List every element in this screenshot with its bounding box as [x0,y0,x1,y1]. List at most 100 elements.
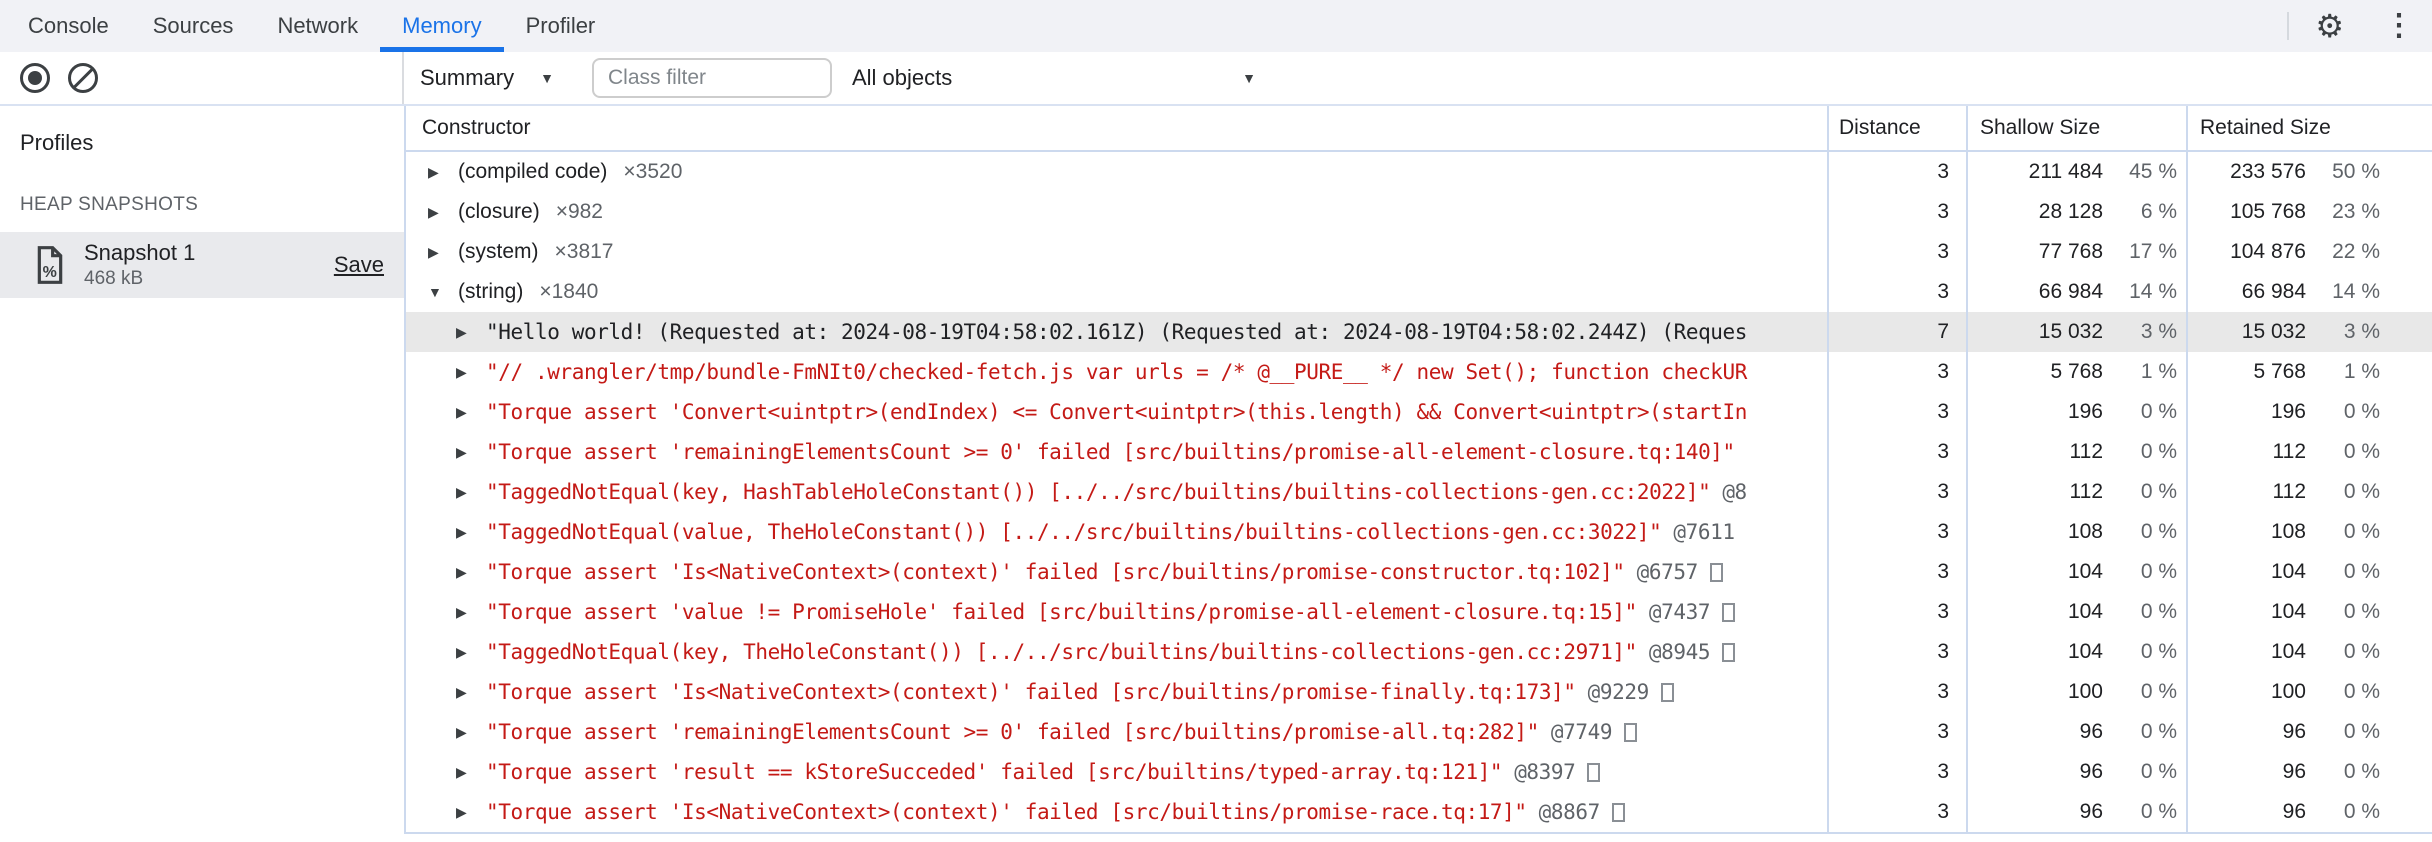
object-box-icon [1611,802,1625,822]
tab-sources[interactable]: Sources [131,0,256,52]
retained-size-percent: 23 % [2332,200,2380,223]
expander-closed-icon[interactable]: ▶ [456,684,486,701]
settings-gear-icon[interactable]: ⚙ [2315,10,2344,42]
string-row[interactable]: ▶ "TaggedNotEqual(key, HashTableHoleConst… [406,472,2432,512]
class-filter-input[interactable] [591,58,832,98]
distance-cell: 3 [1827,512,1966,552]
expander-open-icon[interactable]: ▼ [428,284,458,300]
string-row[interactable]: ▶ "Torque assert 'Convert<uintptr>(endInd… [406,392,2432,432]
memory-toolbar: Summary ▼ All objects ▼ [0,52,2432,106]
string-row[interactable]: ▶ "Torque assert 'Is<NativeContext>(conte… [406,672,2432,712]
take-heap-snapshot-icon[interactable] [20,63,50,93]
constructor-cell: ▶ "Hello world! (Requested at: 2024-08-19… [406,312,1827,352]
shallow-size-value: 211 484 [2028,160,2103,183]
expander-closed-icon[interactable]: ▶ [456,404,486,421]
string-row[interactable]: ▶ "Torque assert 'remainingElementsCount … [406,432,2432,472]
column-header-retained-size[interactable]: Retained Size [2186,106,2432,150]
heap-snapshot-icon: % [37,246,63,284]
column-header-shallow-size[interactable]: Shallow Size [1966,106,2186,150]
expander-closed-icon[interactable]: ▶ [456,644,486,661]
retained-size-value: 196 [2270,400,2306,423]
shallow-size-cell: 108 0 % [1966,512,2186,552]
devtools-window: Console Sources Network Memory Profiler … [0,0,2432,842]
constructor-category-row[interactable]: ▶ (compiled code) ×3520 3 211 484 45 % 233 576… [406,152,2432,192]
constructor-label: "Torque assert 'Is<NativeContext>(contex… [486,680,1576,704]
expander-closed-icon[interactable]: ▶ [456,484,486,501]
expander-closed-icon[interactable]: ▶ [428,164,458,181]
string-row[interactable]: ▶ "Torque assert 'Is<NativeContext>(conte… [406,792,2432,832]
retained-size-cell: 66 984 14 % [2186,272,2432,312]
retained-size-percent: 0 % [2343,400,2380,423]
constructor-cell: ▶ "TaggedNotEqual(key, TheHoleConstant())… [406,632,1827,672]
tab-network[interactable]: Network [255,0,380,52]
chevron-down-icon: ▼ [1242,70,1256,86]
constructor-cell: ▶ "Torque assert 'value != PromiseHole' f… [406,592,1827,632]
retained-size-cell: 196 0 % [2186,392,2432,432]
more-options-icon[interactable]: ⋮ [2384,11,2414,41]
shallow-size-value: 100 [2067,680,2103,703]
clear-profiles-icon[interactable] [68,63,98,93]
shallow-size-cell: 196 0 % [1966,392,2186,432]
heap-snapshots-section-label: HEAP SNAPSHOTS [20,194,199,215]
string-row[interactable]: ▶ "// .wrangler/tmp/bundle-FmNIt0/checked… [406,352,2432,392]
constructor-cell: ▶ "// .wrangler/tmp/bundle-FmNIt0/checked… [406,352,1827,392]
shallow-size-value: 28 128 [2038,200,2103,223]
expander-closed-icon[interactable]: ▶ [456,364,486,381]
string-row[interactable]: ▶ "Torque assert 'remainingElementsCount … [406,712,2432,752]
shallow-size-percent: 0 % [2140,800,2177,823]
retained-size-value: 112 [2272,480,2306,503]
retained-size-cell: 108 0 % [2186,512,2432,552]
tab-memory[interactable]: Memory [380,0,504,52]
tab-profiler[interactable]: Profiler [504,0,618,52]
tabbar-actions: ⚙ ⋮ [2287,0,2432,52]
string-row[interactable]: ▶ "TaggedNotEqual(key, TheHoleConstant())… [406,632,2432,672]
shallow-size-cell: 28 128 6 % [1966,192,2186,232]
retained-size-cell: 104 0 % [2186,592,2432,632]
objects-scope-select[interactable]: All objects ▼ [852,65,1272,91]
expander-closed-icon[interactable]: ▶ [456,444,486,461]
expander-closed-icon[interactable]: ▶ [456,804,486,821]
object-id: @6757 [1636,560,1699,584]
view-toolbar: Summary ▼ All objects ▼ [404,52,2432,104]
constructor-cell: ▶ "Torque assert 'Is<NativeContext>(conte… [406,792,1827,832]
string-row[interactable]: ▶ "Torque assert 'Is<NativeContext>(conte… [406,552,2432,592]
expander-closed-icon[interactable]: ▶ [456,604,486,621]
retained-size-cell: 112 0 % [2186,472,2432,512]
constructor-label: "Torque assert 'result == kStoreSucceded… [486,760,1503,784]
save-link[interactable]: Save [334,252,384,278]
string-row[interactable]: ▶ "Hello world! (Requested at: 2024-08-19… [406,312,2432,352]
string-row[interactable]: ▶ "Torque assert 'value != PromiseHole' f… [406,592,2432,632]
retained-size-cell: 96 0 % [2186,792,2432,832]
constructor-label: "Torque assert 'Is<NativeContext>(contex… [486,800,1527,824]
expander-closed-icon[interactable]: ▶ [428,244,458,261]
retained-size-cell: 15 032 3 % [2186,312,2432,352]
expander-closed-icon[interactable]: ▶ [456,524,486,541]
column-header-distance[interactable]: Distance [1827,106,1966,150]
expander-closed-icon[interactable]: ▶ [456,724,486,741]
constructor-category-row[interactable]: ▶ (system) ×3817 3 77 768 17 % 104 876 22 % [406,232,2432,272]
distance-cell: 3 [1827,152,1966,192]
column-header-constructor[interactable]: Constructor [406,106,1827,150]
constructor-cell: ▶ "Torque assert 'remainingElementsCount … [406,712,1827,752]
expander-closed-icon[interactable]: ▶ [456,564,486,581]
retained-size-percent: 0 % [2343,520,2380,543]
string-row[interactable]: ▶ "Torque assert 'result == kStoreSuccede… [406,752,2432,792]
perspective-select[interactable]: Summary ▼ [420,65,554,91]
shallow-size-value: 104 [2067,560,2103,583]
shallow-size-cell: 112 0 % [1966,472,2186,512]
constructor-category-row[interactable]: ▼ (string) ×1840 3 66 984 14 % 66 984 14 % [406,272,2432,312]
constructor-label: "Torque assert 'remainingElementsCount >… [486,440,1735,464]
shallow-size-percent: 14 % [2129,280,2177,303]
shallow-size-percent: 6 % [2140,200,2177,223]
string-row[interactable]: ▶ "TaggedNotEqual(value, TheHoleConstant(… [406,512,2432,552]
expander-closed-icon[interactable]: ▶ [428,204,458,221]
grid-header-row: Constructor Distance Shallow Size Retain… [406,106,2432,152]
shallow-size-cell: 104 0 % [1966,592,2186,632]
shallow-size-value: 77 768 [2038,240,2103,263]
constructor-category-row[interactable]: ▶ (closure) ×982 3 28 128 6 % 105 768 23 % [406,192,2432,232]
sidebar-item-snapshot-1[interactable]: % Snapshot 1 468 kB Save [0,232,404,298]
tab-console[interactable]: Console [6,0,131,52]
shallow-size-cell: 5 768 1 % [1966,352,2186,392]
expander-closed-icon[interactable]: ▶ [456,764,486,781]
expander-closed-icon[interactable]: ▶ [456,324,486,341]
